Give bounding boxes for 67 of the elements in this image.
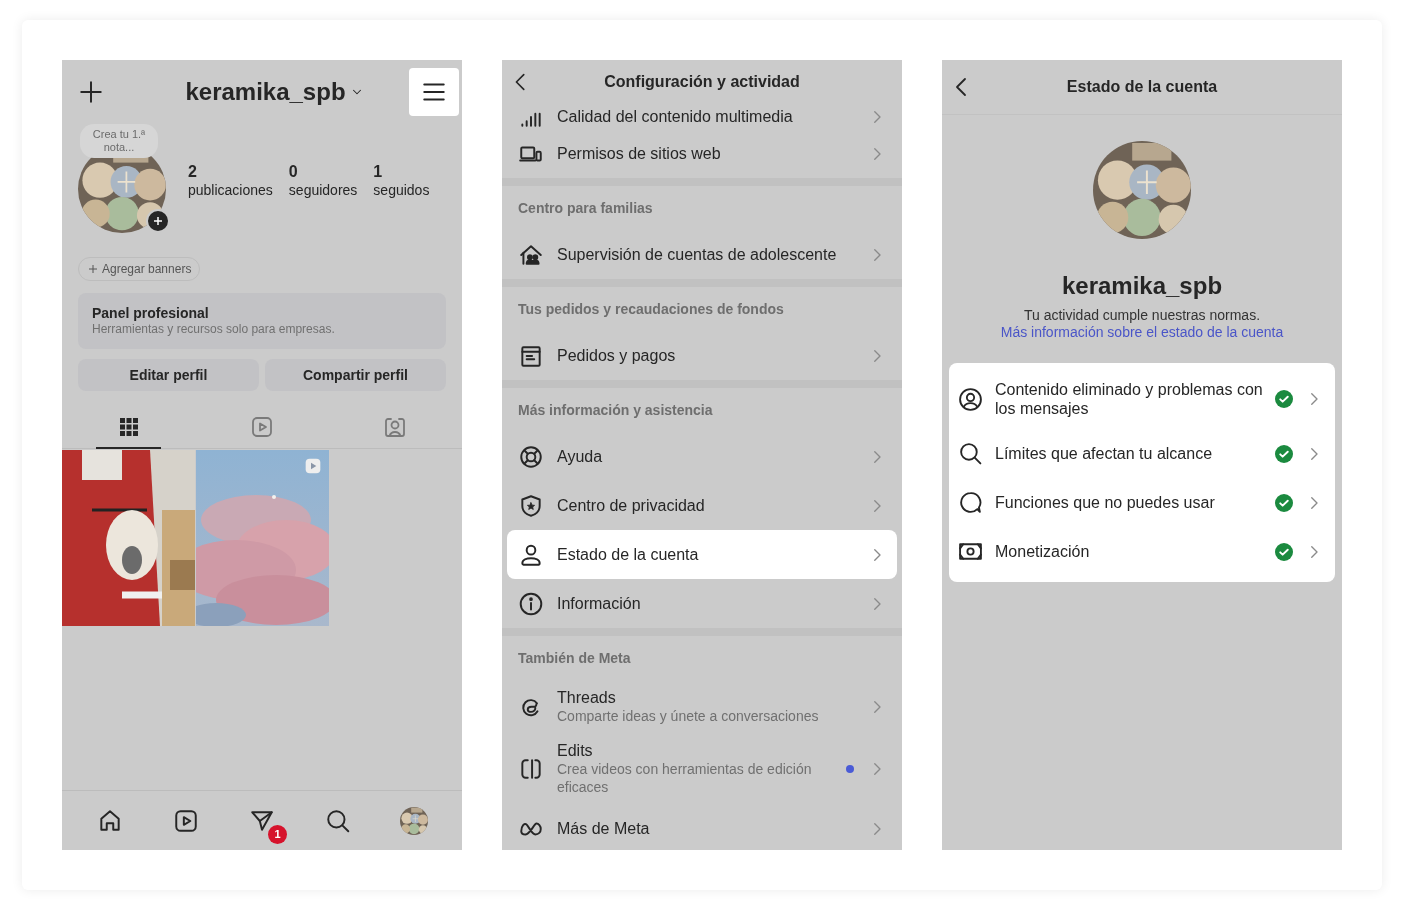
professional-panel[interactable]: Panel profesional Herramientas y recursos solo para empresas. [78,293,446,349]
item-label: Contenido eliminado y problemas con los mensajes [995,380,1263,418]
settings-item[interactable]: Edits Crea videos con herramientas de edición eficaces [502,733,902,804]
item-label: Pedidos y pagos [557,346,677,365]
section-header: Tus pedidos y recaudaciones de fondos [518,299,784,319]
item-label: Calidad del contenido multimedia [557,107,794,126]
item-subtitle: Crea videos con herramientas de edición eficaces [557,760,813,796]
stat-value: 1 [373,163,384,181]
info-icon [518,590,544,617]
item-subtitle: Comparte ideas y únete a conversaciones [557,707,820,725]
stat-value: 2 [188,163,198,181]
panel-title: Panel profesional [92,305,210,322]
panel-subtitle: Herramientas y recursos solo para empresas. [92,322,336,337]
item-label: Threads [557,688,617,707]
item-label: Información [557,594,642,613]
section-header: También de Meta [518,648,631,668]
lifebuoy-icon [518,443,544,470]
settings-item[interactable]: Calidad del contenido multimedia [502,104,902,129]
item-label: Permisos de sitios web [557,144,722,163]
section-header: Centro para familias [518,198,653,218]
status-item[interactable]: Límites que afectan tu alcance [949,429,1335,478]
home-icon[interactable] [97,807,123,834]
profile-button[interactable]: Compartir perfil [265,359,446,391]
status-item[interactable]: Funciones que no puedes usar [949,478,1335,527]
item-label: Monetización [995,542,1091,561]
status-item[interactable]: Monetización [949,527,1335,576]
screen-title: Estado de la cuenta [1065,77,1219,97]
section-header: Más información y asistencia [518,400,713,420]
settings-item[interactable]: Información [502,579,902,628]
menu-button[interactable] [409,68,459,116]
item-label: Funciones que no puedes usar [995,493,1216,512]
search-icon [958,441,983,466]
plus-icon[interactable] [78,79,104,105]
notification-badge: 1 [268,824,287,844]
settings-item[interactable]: Centro de privacidad [502,481,902,530]
status-description: Tu actividad cumple nuestras normas. Más información sobre el estado de la cuenta [999,307,1285,341]
username: keramika_spb [1060,271,1224,301]
play-icon[interactable] [173,807,199,834]
settings-item[interactable]: Ayuda [502,432,902,481]
person-circle-icon [958,386,983,412]
item-label: Ayuda [557,447,604,466]
stat-label: seguidos [373,181,430,199]
speech-bubble-icon [958,490,983,515]
add-story-badge[interactable] [146,209,170,233]
settings-item[interactable]: Pedidos y pagos [502,331,902,380]
status-item[interactable]: Contenido eliminado y problemas con los mensajes [949,369,1335,429]
learn-more-link[interactable]: Más información sobre el estado de la cuenta [1000,324,1284,340]
settings-item[interactable]: Permisos de sitios web [502,129,902,178]
item-label: Límites que afectan tu alcance [995,444,1214,463]
shield-star-icon [518,492,544,519]
settings-item[interactable]: Threads Comparte ideas y únete a conversaciones [502,680,902,733]
stat-value: 0 [288,163,299,181]
settings-item[interactable]: Supervisión de cuentas de adolescente [502,230,902,279]
username: keramika_spb [185,77,346,107]
settings-item[interactable]: Más de Meta [502,804,902,850]
search-icon[interactable] [325,807,351,834]
item-label: Estado de la cuenta [557,545,700,564]
stat-label: seguidores [288,181,358,199]
item-label: Más de Meta [557,819,651,838]
item-label: Edits [557,741,594,760]
item-label: Centro de privacidad [557,496,706,515]
screen-title: Configuración y actividad [603,72,801,92]
stat-label: publicaciones [188,181,273,199]
profile-button[interactable]: Editar perfil [78,359,259,391]
note-bubble[interactable]: Crea tu 1.ª nota... [80,124,158,158]
item-label: Supervisión de cuentas de adolescente [557,245,838,264]
settings-item[interactable]: Estado de la cuenta [507,530,897,579]
